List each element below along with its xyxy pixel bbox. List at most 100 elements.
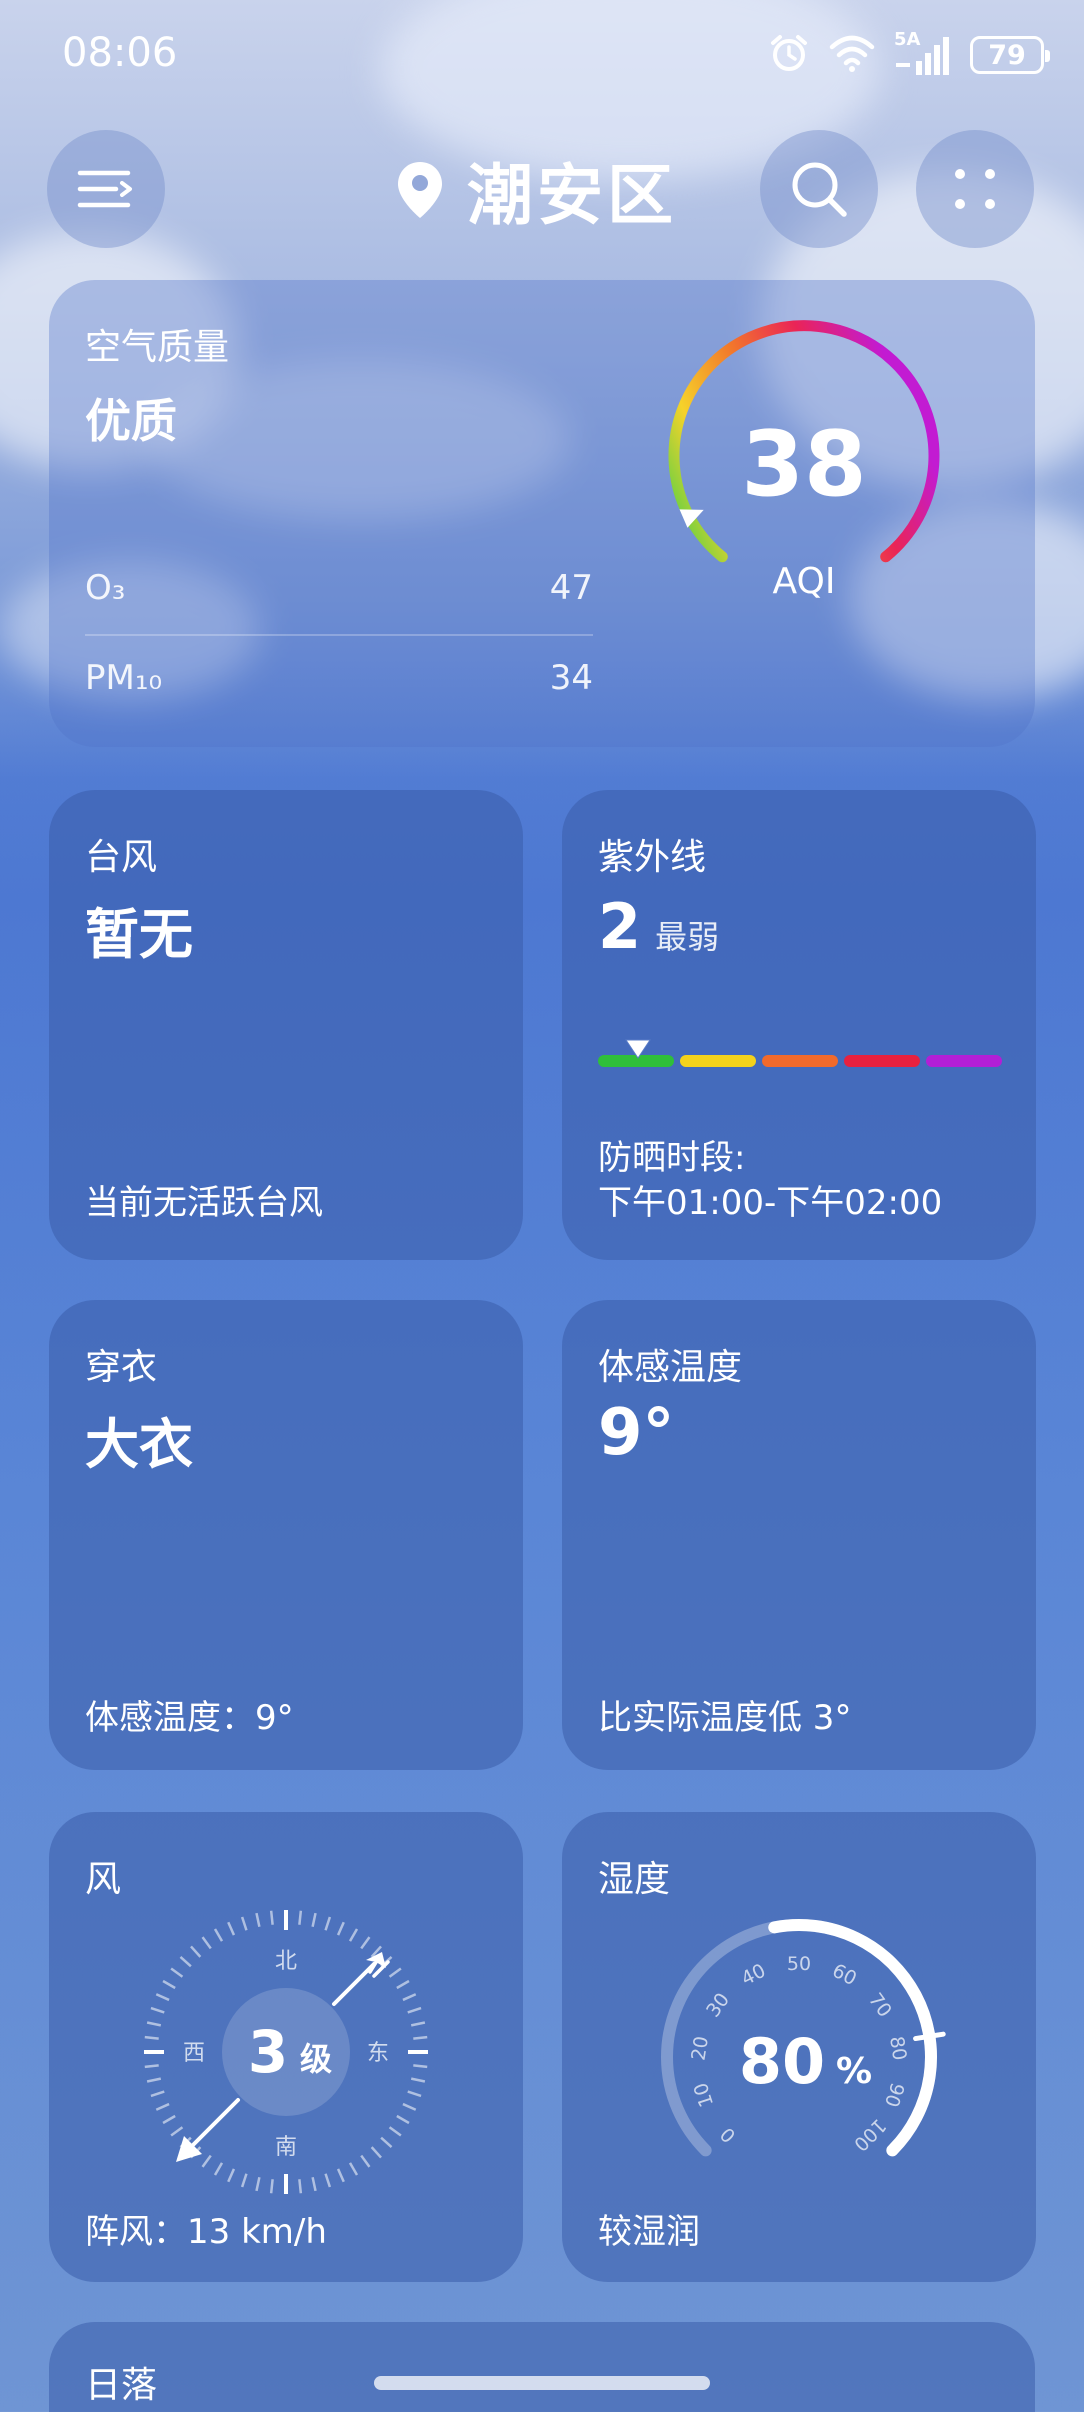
compass-tick — [150, 2006, 165, 2014]
uv-scale-segment — [680, 1055, 756, 1067]
feels-like-value: 9° — [598, 1396, 675, 1470]
uv-scale-segment — [762, 1055, 838, 1067]
compass-tick — [360, 2154, 371, 2168]
search-icon — [792, 162, 847, 217]
humidity-tick-label: 100 — [849, 2114, 890, 2155]
compass-tick — [402, 1993, 417, 2002]
pollutant-row: PM₁₀ 34 — [85, 658, 593, 698]
compass-tick — [170, 1967, 184, 1978]
uv-scale — [598, 1055, 1002, 1067]
uv-scale-segment — [926, 1055, 1002, 1067]
feels-like-title: 体感温度 — [598, 1347, 743, 1388]
typhoon-value: 暂无 — [85, 903, 193, 966]
humidity-tick-label: 10 — [690, 2080, 718, 2110]
compass-tick — [370, 2146, 382, 2159]
pollutant-value: 34 — [549, 658, 593, 698]
aqi-label: AQI — [773, 561, 836, 602]
compass-tick — [336, 1921, 345, 1936]
wind-compass: 北 南 东 西 3 级 — [144, 1910, 428, 2194]
humidity-tick-label: 90 — [880, 2080, 908, 2110]
wind-level-unit: 级 — [300, 2040, 332, 2078]
grid-dots-icon — [955, 169, 995, 209]
humidity-tick-label: 60 — [829, 1960, 861, 1991]
compass-tick — [413, 2064, 428, 2069]
sunset-title: 日落 — [85, 2365, 158, 2406]
compass-tick — [407, 2090, 422, 2098]
compass-tick — [360, 1936, 371, 1950]
compass-tick — [348, 1928, 359, 1942]
humidity-needle-icon — [913, 2031, 946, 2042]
compass-tick — [150, 2090, 165, 2098]
pollutant-value: 47 — [549, 568, 593, 608]
typhoon-note: 当前无活跃台风 — [85, 1183, 323, 1223]
humidity-gauge: 0 10 20 3040 50 6070 80 90 100 80 % — [661, 1919, 946, 2157]
home-indicator[interactable] — [374, 2376, 710, 2390]
typhoon-title: 台风 — [85, 837, 158, 878]
humidity-unit: % — [836, 2051, 872, 2092]
compass-tick — [311, 2176, 317, 2192]
compass-tick — [144, 2035, 159, 2040]
compass-tick — [396, 2114, 410, 2125]
more-options-button[interactable] — [916, 130, 1034, 248]
compass-tick — [144, 2064, 159, 2069]
compass-north: 北 — [275, 1949, 297, 1974]
compass-tick — [324, 1916, 332, 1931]
search-button[interactable] — [760, 130, 878, 248]
signal-icon: 5A — [894, 29, 952, 77]
divider — [85, 634, 593, 636]
menu-icon — [77, 170, 132, 208]
compass-tick — [190, 1945, 202, 1958]
compass-tick — [413, 2035, 428, 2040]
compass-tick — [162, 1979, 176, 1990]
pollutant-row: O₃ 47 — [85, 568, 593, 608]
humidity-tick-label: 50 — [787, 1953, 811, 1975]
menu-button[interactable] — [47, 130, 165, 248]
feels-like-note: 比实际温度低 3° — [598, 1698, 852, 1738]
compass-tick — [380, 2136, 393, 2148]
compass-tick — [162, 2114, 176, 2125]
compass-tick — [324, 2173, 332, 2188]
location-title[interactable]: 潮安区 — [395, 140, 677, 240]
pollutant-name: O₃ — [85, 568, 126, 608]
compass-tick — [155, 2102, 170, 2111]
feels-like-card[interactable]: 体感温度 9° 比实际温度低 3° — [562, 1300, 1036, 1770]
aqi-value: 38 — [741, 412, 866, 517]
compass-tick — [407, 2006, 422, 2014]
compass-tick — [255, 2176, 261, 2192]
compass-tick — [298, 1910, 303, 1925]
compass-tick — [227, 2168, 236, 2183]
humidity-card[interactable]: 湿度 0 10 20 30 40 50 60 70 80 90 100 80 % 较湿润 — [562, 1812, 1036, 2282]
wifi-icon — [828, 33, 876, 77]
compass-tick — [402, 2102, 417, 2111]
uv-card[interactable]: 紫外线 2 最弱 防晒时段: 下午01:00-下午02:00 — [562, 790, 1036, 1260]
humidity-tick-label: 70 — [864, 1989, 896, 2021]
compass-tick — [410, 2077, 426, 2083]
compass-tick — [179, 1956, 192, 1968]
compass-tick — [146, 2077, 162, 2083]
sun-protection-time: 下午01:00-下午02:00 — [598, 1183, 943, 1223]
air-quality-level: 优质 — [85, 394, 177, 448]
compass-tick — [240, 1916, 248, 1931]
clothing-value: 大衣 — [85, 1413, 193, 1476]
typhoon-card[interactable]: 台风 暂无 当前无活跃台风 — [49, 790, 523, 1260]
sunset-card[interactable]: 日落 — [49, 2322, 1035, 2412]
compass-tick — [311, 1912, 317, 1928]
compass-tick — [155, 1993, 170, 2002]
compass-tick — [348, 2162, 359, 2176]
compass-tick — [269, 1910, 274, 1925]
humidity-tick-label: 40 — [738, 1960, 770, 1991]
compass-tick — [388, 1967, 402, 1978]
compass-tick — [410, 2021, 426, 2027]
humidity-title: 湿度 — [598, 1859, 671, 1900]
uv-title: 紫外线 — [598, 837, 707, 878]
alarm-icon — [768, 32, 810, 78]
wind-card[interactable]: 风 北 南 东 西 3 级 阵风：13 km/h — [49, 1812, 523, 2282]
sun-protection-label: 防晒时段: — [598, 1138, 746, 1178]
air-quality-card[interactable]: 空气质量 优质 O₃ 47 PM₁₀ 34 38 AQI — [49, 280, 1035, 747]
status-icons: 5A 79 — [768, 29, 1050, 80]
compass-tick — [146, 2021, 162, 2027]
wind-gust: 阵风：13 km/h — [85, 2212, 327, 2252]
compass-tick — [336, 2168, 345, 2183]
clothing-card[interactable]: 穿衣 大衣 体感温度：9° — [49, 1300, 523, 1770]
humidity-value: 80 — [739, 2025, 825, 2098]
